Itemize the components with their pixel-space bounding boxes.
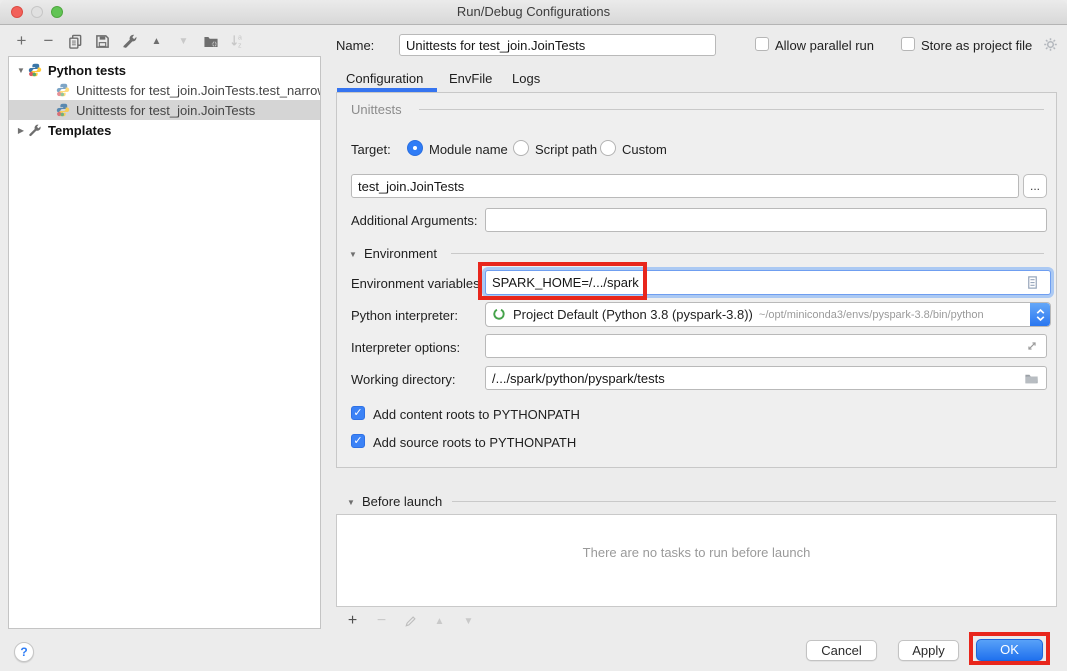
tab-envfile[interactable]: EnvFile (449, 71, 492, 91)
conda-environment-icon (492, 307, 508, 323)
python-test-icon (56, 103, 72, 117)
configurations-toolbar: + − ▲ ▼ az (13, 31, 246, 51)
add-source-roots-label: Add source roots to PYTHONPATH (373, 435, 576, 450)
svg-text:z: z (238, 43, 242, 49)
target-custom-radio[interactable] (600, 140, 616, 156)
tree-item-jointests-selected[interactable]: Unittests for test_join.JoinTests (9, 100, 320, 120)
add-configuration-icon[interactable]: + (13, 33, 30, 50)
store-options-gear-icon[interactable] (1043, 37, 1059, 53)
move-task-down-icon: ▼ (460, 613, 477, 630)
tree-item-label: Unittests for test_join.JoinTests.test_n… (76, 83, 320, 98)
additional-arguments-input[interactable] (485, 208, 1047, 232)
unittests-group-label: Unittests (351, 102, 402, 117)
chevron-down-icon[interactable]: ▼ (14, 66, 28, 75)
move-up-icon[interactable]: ▲ (148, 33, 165, 50)
target-label: Target: (351, 142, 391, 157)
before-launch-collapse-icon[interactable]: ▼ (347, 498, 355, 507)
tree-item-label: Unittests for test_join.JoinTests (76, 103, 255, 118)
new-folder-icon[interactable] (202, 33, 219, 50)
move-task-up-icon: ▲ (431, 613, 448, 630)
allow-parallel-run-checkbox[interactable] (755, 37, 769, 51)
target-input[interactable] (351, 174, 1019, 198)
chevron-right-icon[interactable]: ▶ (14, 126, 28, 135)
browse-folder-icon[interactable] (1024, 371, 1040, 387)
before-launch-task-list[interactable]: There are no tasks to run before launch (336, 514, 1057, 607)
additional-arguments-label: Additional Arguments: (351, 213, 477, 228)
configuration-panel: Unittests Target: Module name Script pat… (336, 92, 1057, 468)
add-content-roots-checkbox[interactable]: ✓ (351, 406, 365, 420)
target-script-path-radio[interactable] (513, 140, 529, 156)
before-launch-separator (452, 501, 1056, 502)
working-directory-input[interactable] (485, 366, 1047, 390)
store-as-project-file-label: Store as project file (921, 38, 1032, 53)
environment-separator (451, 253, 1044, 254)
browse-target-button[interactable]: ... (1023, 174, 1047, 198)
target-module-name-radio[interactable] (407, 140, 423, 156)
svg-text:a: a (238, 35, 242, 42)
before-launch-empty-text: There are no tasks to run before launch (337, 545, 1056, 560)
configurations-tree: ▼ Python tests Unittests for test_join.J… (8, 56, 321, 629)
edit-task-pencil-icon (402, 613, 419, 630)
python-interpreter-path: ~/opt/miniconda3/envs/pyspark-3.8/bin/py… (759, 309, 1030, 321)
run-debug-configurations-dialog: Run/Debug Configurations + − ▲ ▼ az ▼ Py (0, 0, 1067, 671)
environment-section-label: Environment (364, 246, 437, 261)
tree-item-label: Templates (48, 123, 111, 138)
name-label: Name: (336, 38, 374, 53)
move-down-icon: ▼ (175, 33, 192, 50)
close-window-button[interactable] (11, 6, 23, 18)
tree-item-python-tests[interactable]: ▼ Python tests (9, 60, 320, 80)
before-launch-label: Before launch (362, 494, 442, 509)
python-interpreter-select[interactable]: Project Default (Python 3.8 (pyspark-3.8… (485, 302, 1051, 327)
templates-wrench-icon (28, 123, 44, 137)
python-interpreter-label: Python interpreter: (351, 308, 458, 323)
python-interpreter-value: Project Default (Python 3.8 (pyspark-3.8… (513, 307, 753, 322)
copy-configuration-icon[interactable] (67, 33, 84, 50)
env-variables-editor-icon[interactable] (1025, 275, 1041, 291)
titlebar[interactable]: Run/Debug Configurations (0, 0, 1067, 25)
annotation-box-ok-button (969, 632, 1050, 665)
group-separator (419, 109, 1044, 110)
help-button[interactable]: ? (14, 642, 34, 662)
target-custom-label: Custom (622, 142, 667, 157)
tree-item-label: Python tests (48, 63, 126, 78)
name-input[interactable] (399, 34, 716, 56)
tab-logs[interactable]: Logs (512, 71, 540, 91)
environment-variables-label: Environment variables: (351, 276, 483, 291)
add-content-roots-label: Add content roots to PYTHONPATH (373, 407, 580, 422)
target-script-path-label: Script path (535, 142, 597, 157)
interpreter-options-label: Interpreter options: (351, 340, 460, 355)
store-as-project-file-checkbox[interactable] (901, 37, 915, 51)
python-test-icon (56, 83, 72, 97)
annotation-box-env-variables (478, 262, 647, 300)
edit-templates-icon[interactable] (121, 33, 138, 50)
allow-parallel-run-label: Allow parallel run (775, 38, 874, 53)
tree-item-test-narrow[interactable]: Unittests for test_join.JoinTests.test_n… (9, 80, 320, 100)
working-directory-label: Working directory: (351, 372, 456, 387)
interpreter-options-input[interactable] (485, 334, 1047, 358)
target-module-name-label: Module name (429, 142, 508, 157)
add-task-icon[interactable]: + (344, 613, 361, 630)
add-source-roots-checkbox[interactable]: ✓ (351, 434, 365, 448)
before-launch-toolbar: + − ▲ ▼ (344, 611, 477, 631)
sort-configurations-icon: az (229, 33, 246, 50)
combo-stepper-icon[interactable] (1030, 303, 1050, 326)
expand-field-icon[interactable] (1025, 339, 1041, 355)
cancel-button[interactable]: Cancel (806, 640, 877, 661)
python-tests-icon (28, 63, 44, 77)
window-title: Run/Debug Configurations (0, 0, 1067, 24)
remove-configuration-icon[interactable]: − (40, 33, 57, 50)
save-configuration-icon[interactable] (94, 33, 111, 50)
apply-button[interactable]: Apply (898, 640, 959, 661)
minimize-window-button (31, 6, 43, 18)
tree-item-templates[interactable]: ▶ Templates (9, 120, 320, 140)
remove-task-icon: − (373, 613, 390, 630)
zoom-window-button[interactable] (51, 6, 63, 18)
environment-collapse-icon[interactable]: ▼ (349, 250, 357, 259)
